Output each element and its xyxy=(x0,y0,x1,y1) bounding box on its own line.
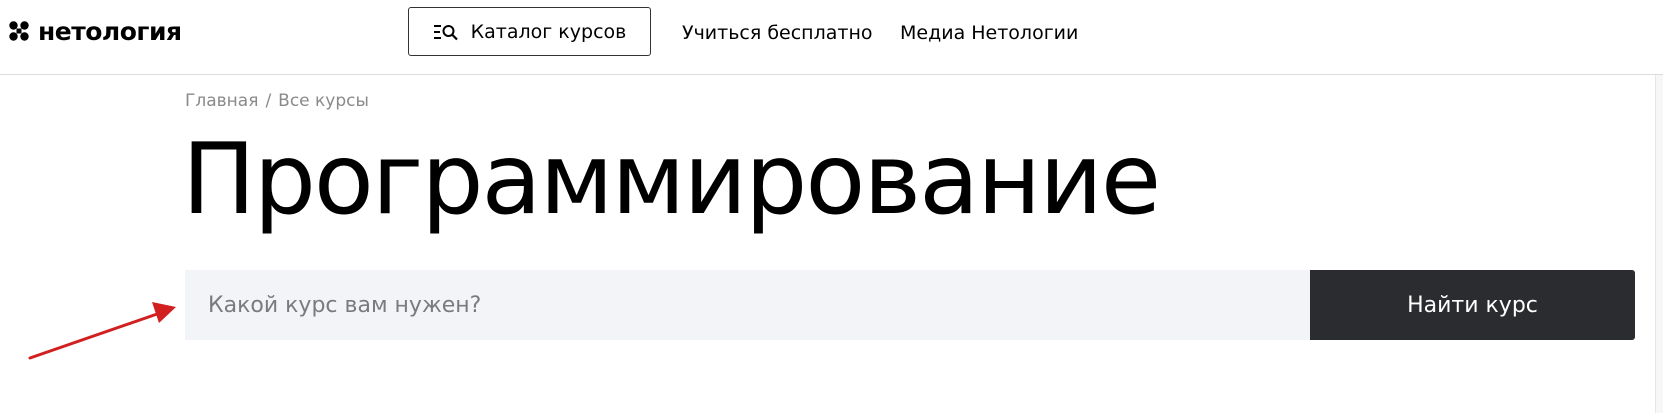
catalog-button-label: Каталог курсов xyxy=(470,20,627,43)
course-search-input[interactable] xyxy=(185,270,1310,340)
page: нетология Каталог курсов Учиться бесплат… xyxy=(0,0,1663,413)
netology-logo-icon xyxy=(9,21,29,41)
nav-link-learn-free[interactable]: Учиться бесплатно xyxy=(682,18,873,48)
find-course-button[interactable]: Найти курс xyxy=(1310,270,1635,340)
catalog-search-icon xyxy=(433,24,458,40)
breadcrumb-separator: / xyxy=(265,91,272,111)
logo-link[interactable]: нетология xyxy=(8,16,182,46)
logo-text: нетология xyxy=(38,16,182,46)
breadcrumb-all-courses[interactable]: Все курсы xyxy=(278,91,369,111)
site-header: нетология Каталог курсов Учиться бесплат… xyxy=(0,0,1663,75)
catalog-button[interactable]: Каталог курсов xyxy=(408,7,651,56)
breadcrumb-home[interactable]: Главная xyxy=(185,91,258,111)
nav-link-media[interactable]: Медиа Нетологии xyxy=(900,18,1078,48)
page-title: Программирование xyxy=(182,123,1161,237)
breadcrumb: Главная / Все курсы xyxy=(185,91,369,111)
page-scrollbar[interactable] xyxy=(1655,75,1663,413)
